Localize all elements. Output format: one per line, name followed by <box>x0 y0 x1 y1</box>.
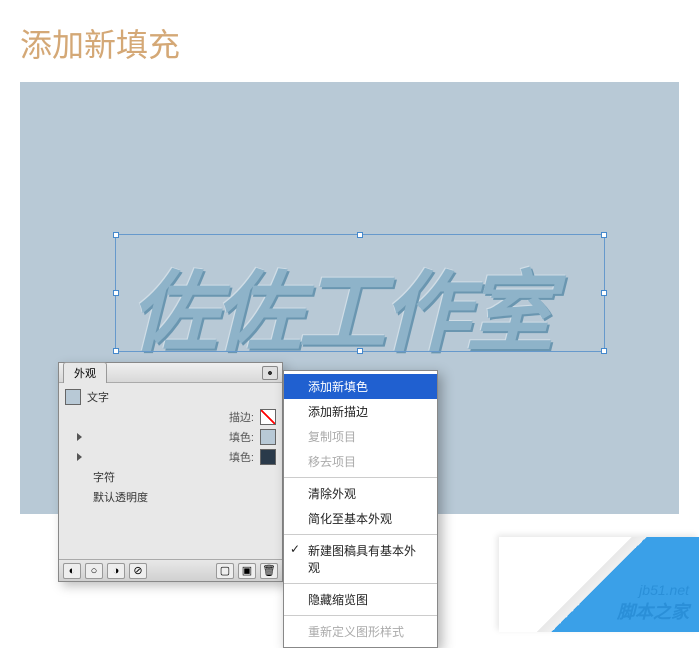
panel-context-menu: 添加新填色添加新描边复制项目移去项目清除外观简化至基本外观新建图稿具有基本外观✓… <box>283 370 438 648</box>
check-icon: ✓ <box>290 542 300 556</box>
stroke-label: 描边: <box>229 409 254 425</box>
trash-icon[interactable]: 🗑 <box>260 563 278 579</box>
handle-top-right[interactable] <box>601 232 607 238</box>
panel-header[interactable]: 外观 <box>59 363 282 383</box>
clear-icon[interactable]: ⊘ <box>129 563 147 579</box>
new-icon[interactable]: ▣ <box>238 563 256 579</box>
watermark-name: 脚本之家 <box>617 598 689 624</box>
menu-separator <box>284 615 437 616</box>
page-title: 添加新填充 <box>0 0 699 76</box>
panel-row-opacity[interactable]: 默认透明度 <box>59 487 282 507</box>
fill2-label: 填色: <box>229 449 254 465</box>
handle-bot-left[interactable] <box>113 348 119 354</box>
new-stroke-icon[interactable]: ○ <box>85 563 103 579</box>
duplicate-icon[interactable]: ▢ <box>216 563 234 579</box>
fill2-swatch[interactable] <box>260 449 276 465</box>
handle-mid-left[interactable] <box>113 290 119 296</box>
char-label: 字符 <box>93 469 115 485</box>
menu-item-2: 复制项目 <box>284 424 437 449</box>
panel-row-fill1[interactable]: 填色: <box>59 427 282 447</box>
panel-row-fill2[interactable]: 填色: <box>59 447 282 467</box>
menu-item-5[interactable]: 清除外观 <box>284 481 437 506</box>
watermark-url: jb51.net <box>617 582 689 598</box>
panel-row-stroke[interactable]: 描边: <box>59 407 282 427</box>
fill1-label: 填色: <box>229 429 254 445</box>
type-label: 文字 <box>87 389 109 405</box>
menu-separator <box>284 477 437 478</box>
handle-top-left[interactable] <box>113 232 119 238</box>
fill1-swatch[interactable] <box>260 429 276 445</box>
menu-item-3: 移去项目 <box>284 449 437 474</box>
appearance-panel[interactable]: 外观 文字 描边: 填色: 填色: 字符 默认透明度 ◐ ○ <box>58 362 283 582</box>
panel-body: 文字 描边: 填色: 填色: 字符 默认透明度 <box>59 383 282 559</box>
panel-row-char[interactable]: 字符 <box>59 467 282 487</box>
menu-item-1[interactable]: 添加新描边 <box>284 399 437 424</box>
fx-icon[interactable]: ◑ <box>107 563 125 579</box>
stroke-swatch[interactable] <box>260 409 276 425</box>
type-swatch <box>65 389 81 405</box>
handle-top-mid[interactable] <box>357 232 363 238</box>
menu-item-8[interactable]: 新建图稿具有基本外观✓ <box>284 538 437 580</box>
menu-separator <box>284 583 437 584</box>
handle-mid-right[interactable] <box>601 290 607 296</box>
handle-bot-mid[interactable] <box>357 348 363 354</box>
panel-row-type[interactable]: 文字 <box>59 387 282 407</box>
chevron-right-icon[interactable] <box>77 433 82 441</box>
opacity-label: 默认透明度 <box>93 489 148 505</box>
menu-item-10[interactable]: 隐藏缩览图 <box>284 587 437 612</box>
menu-separator <box>284 534 437 535</box>
watermark: jb51.net 脚本之家 <box>617 582 689 624</box>
menu-item-6[interactable]: 简化至基本外观 <box>284 506 437 531</box>
handle-bot-right[interactable] <box>601 348 607 354</box>
menu-item-0[interactable]: 添加新填色 <box>284 374 437 399</box>
new-fill-icon[interactable]: ◐ <box>63 563 81 579</box>
selection-bounds <box>115 234 605 352</box>
chevron-right-icon[interactable] <box>77 453 82 461</box>
panel-menu-button[interactable] <box>262 366 278 380</box>
panel-footer: ◐ ○ ◑ ⊘ ▢ ▣ 🗑 <box>59 559 282 581</box>
panel-tab-appearance[interactable]: 外观 <box>63 362 107 383</box>
